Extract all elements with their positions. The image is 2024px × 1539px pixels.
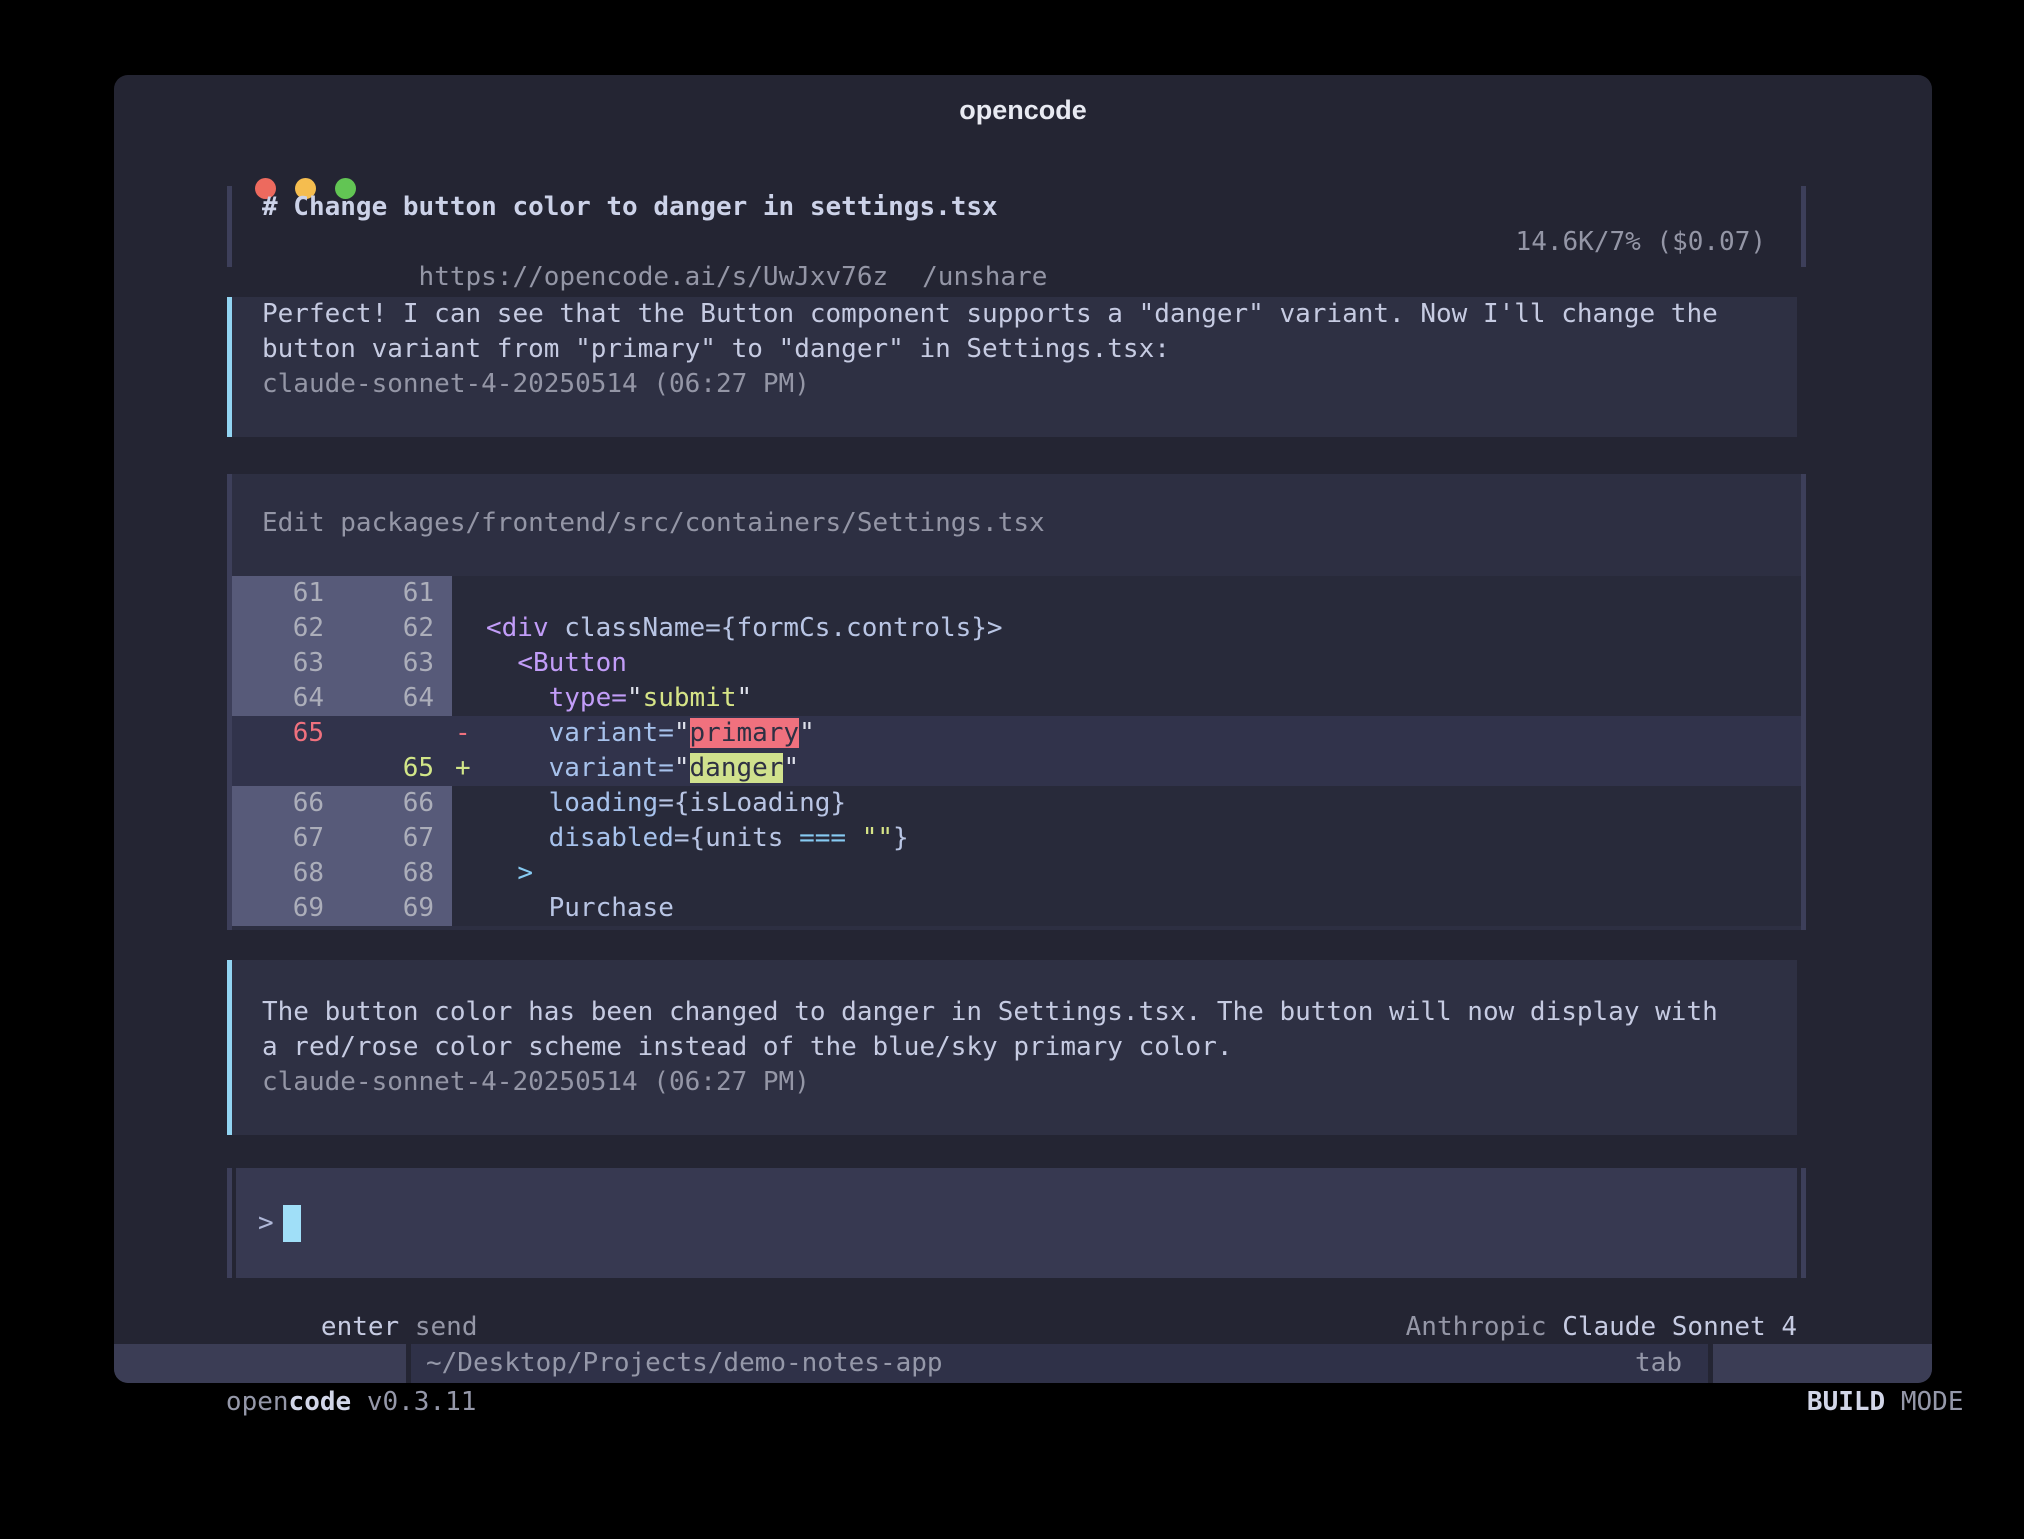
statusbar-app-segment: opencode v0.3.11 bbox=[114, 1344, 406, 1383]
edit-tool-block: Edit packages/frontend/src/containers/Se… bbox=[227, 474, 1806, 930]
prompt-block: > bbox=[227, 1168, 1806, 1278]
titlebar: opencode bbox=[114, 75, 1932, 139]
app-name-open: open bbox=[226, 1387, 289, 1417]
message-line: button variant from "primary" to "danger… bbox=[262, 332, 1797, 367]
model-name-spacer bbox=[1547, 1312, 1563, 1342]
assistant-message-1: Perfect! I can see that the Button compo… bbox=[227, 297, 1797, 437]
header-right-border bbox=[1801, 186, 1806, 267]
keybind-enter: enter bbox=[321, 1312, 399, 1342]
diff-rows: 61616262<div className={formCs.controls}… bbox=[232, 576, 1801, 926]
app-name-code: code bbox=[289, 1387, 352, 1417]
message-line: Perfect! I can see that the Button compo… bbox=[262, 297, 1797, 332]
mode-badge-bold: BUILD bbox=[1807, 1387, 1885, 1417]
statusbar-middle: ~/Desktop/Projects/demo-notes-app tab bbox=[411, 1344, 1708, 1383]
opencode-window: opencode # Change button color to danger… bbox=[114, 75, 1932, 1383]
mode-switch-keyhint: tab bbox=[1635, 1344, 1682, 1383]
diff-row: 6363 <Button bbox=[232, 646, 1801, 681]
message-model-meta: claude-sonnet-4-20250514 (06:27 PM) bbox=[262, 1065, 1797, 1100]
edit-right-border bbox=[1801, 474, 1806, 930]
mode-badge-rest: MODE bbox=[1885, 1387, 1963, 1417]
share-url-link[interactable]: https://opencode.ai/s/UwJxv76z bbox=[419, 262, 889, 292]
keybind-action bbox=[399, 1312, 415, 1342]
diff-row: 6868 > bbox=[232, 856, 1801, 891]
prompt-symbol: > bbox=[258, 1205, 274, 1242]
header-left-border bbox=[227, 186, 232, 267]
keybind-send-label: send bbox=[415, 1312, 478, 1342]
mode-badge: BUILD MODE bbox=[1713, 1344, 1932, 1383]
message-model-meta: claude-sonnet-4-20250514 (06:27 PM) bbox=[262, 367, 1797, 402]
diff-row: 6969 Purchase bbox=[232, 891, 1801, 926]
session-title: # Change button color to danger in setti… bbox=[262, 190, 1766, 225]
diff-row: 6262<div className={formCs.controls}> bbox=[232, 611, 1801, 646]
working-directory: ~/Desktop/Projects/demo-notes-app bbox=[426, 1344, 943, 1383]
prompt-right-border bbox=[1801, 1168, 1806, 1278]
diff-row: 6767 disabled={units === ""} bbox=[232, 821, 1801, 856]
text-cursor bbox=[283, 1205, 301, 1242]
assistant-message-2: The button color has been changed to dan… bbox=[227, 960, 1797, 1135]
diff-row: 65- variant="primary" bbox=[232, 716, 1801, 751]
prompt-input[interactable]: > bbox=[236, 1168, 1797, 1278]
prompt-left-border bbox=[227, 1168, 232, 1278]
diff-row: 6464 type="submit" bbox=[232, 681, 1801, 716]
unshare-command[interactable]: /unshare bbox=[922, 262, 1047, 292]
edit-tool-header: Edit packages/frontend/src/containers/Se… bbox=[262, 506, 1045, 541]
session-header: # Change button color to danger in setti… bbox=[227, 186, 1806, 267]
diff-row: 6666 loading={isLoading} bbox=[232, 786, 1801, 821]
diff-row: 65+ variant="danger" bbox=[232, 751, 1801, 786]
window-title: opencode bbox=[114, 95, 1932, 126]
message-line: a red/rose color scheme instead of the b… bbox=[262, 1030, 1797, 1065]
message-line: The button color has been changed to dan… bbox=[262, 995, 1797, 1030]
model-provider: Anthropic bbox=[1406, 1312, 1547, 1342]
statusbar: opencode v0.3.11 ~/Desktop/Projects/demo… bbox=[114, 1344, 1932, 1383]
model-name: Claude Sonnet 4 bbox=[1562, 1312, 1797, 1342]
footer-hints: enter send Anthropic Claude Sonnet 4 bbox=[227, 1275, 1797, 1310]
diff-row: 6161 bbox=[232, 576, 1801, 611]
app-version: v0.3.11 bbox=[351, 1387, 476, 1417]
